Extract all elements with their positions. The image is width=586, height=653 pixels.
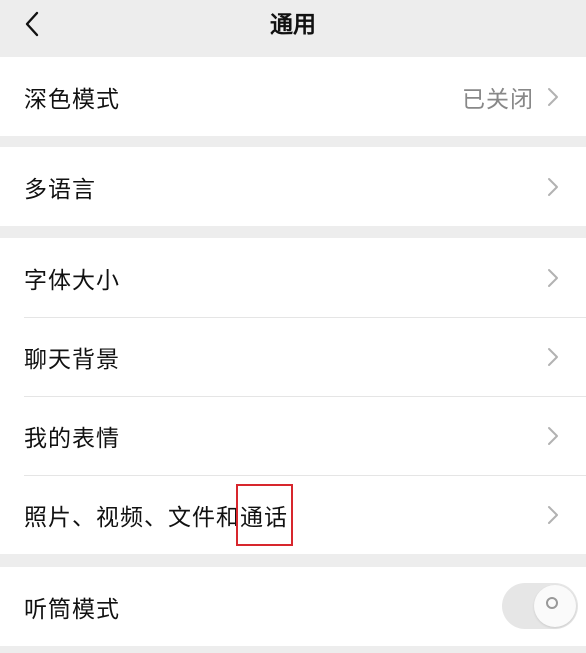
chevron-right-icon — [546, 504, 560, 526]
earpiece-mode-toggle[interactable] — [502, 583, 578, 629]
row-label: 多语言 — [24, 176, 96, 203]
group-display: 字体大小 聊天背景 我的表情 照片、视频、文件和通话 — [0, 238, 586, 554]
chevron-right-icon — [546, 346, 560, 368]
row-language[interactable]: 多语言 — [0, 147, 586, 226]
toggle-off-icon — [546, 597, 558, 609]
row-label: 我的表情 — [24, 425, 120, 452]
row-label: 字体大小 — [24, 267, 120, 294]
row-label-prefix: 照片、视频、文件和 — [24, 504, 240, 531]
row-label: 深色模式 — [24, 86, 120, 113]
group-earpiece: 听筒模式 — [0, 567, 586, 646]
chevron-right-icon — [546, 267, 560, 289]
row-dark-mode[interactable]: 深色模式 已关闭 — [0, 57, 586, 136]
nav-bar: 通用 — [0, 0, 586, 50]
row-value: 已关闭 — [462, 86, 534, 113]
chevron-right-icon — [546, 425, 560, 447]
chevron-left-icon — [25, 11, 39, 37]
row-label: 聊天背景 — [24, 346, 120, 373]
row-label: 照片、视频、文件和通话 — [24, 483, 293, 546]
row-font-size[interactable]: 字体大小 — [0, 238, 586, 317]
row-earpiece-mode: 听筒模式 — [0, 567, 586, 646]
chevron-right-icon — [546, 176, 560, 198]
row-my-stickers[interactable]: 我的表情 — [0, 396, 586, 475]
row-media-files-calls[interactable]: 照片、视频、文件和通话 — [0, 475, 586, 554]
page-title: 通用 — [270, 12, 316, 38]
group-dark-mode: 深色模式 已关闭 — [0, 57, 586, 136]
highlighted-text: 通话 — [236, 483, 293, 546]
group-language: 多语言 — [0, 147, 586, 226]
back-button[interactable] — [14, 6, 50, 42]
row-chat-background[interactable]: 聊天背景 — [0, 317, 586, 396]
chevron-right-icon — [546, 86, 560, 108]
row-label: 听筒模式 — [24, 596, 120, 623]
